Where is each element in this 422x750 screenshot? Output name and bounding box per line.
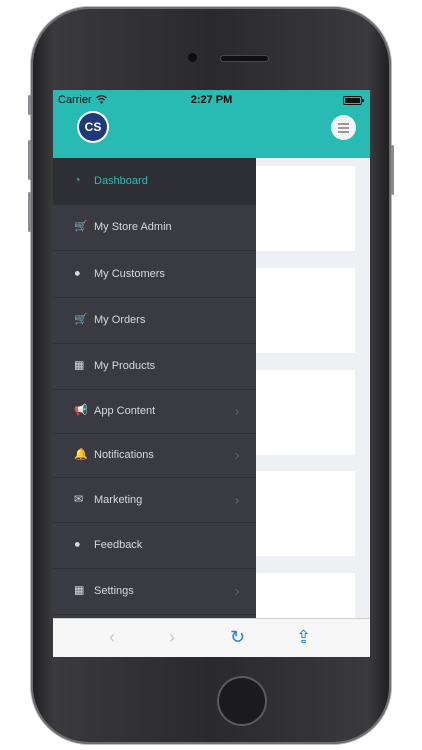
- bullhorn-icon: 📢: [74, 404, 88, 417]
- forward-arrow-icon[interactable]: ›: [169, 627, 175, 647]
- cart-icon: 🛒: [74, 220, 88, 233]
- drawer-item-label: My Customers: [94, 267, 165, 280]
- front-camera: [188, 53, 197, 62]
- drawer-item-label: My Store Admin: [94, 221, 172, 233]
- drawer-item-my-products[interactable]: ▦ My Products: [53, 343, 256, 390]
- drawer-item-feedback[interactable]: ● Feedback: [53, 522, 256, 569]
- volume-down-button: [28, 192, 31, 232]
- dashboard-card[interactable]: [245, 370, 355, 455]
- volume-up-button: [28, 140, 31, 180]
- menu-toggle-button[interactable]: [331, 115, 356, 140]
- home-button[interactable]: [219, 678, 265, 724]
- drawer-item-dashboard[interactable]: ◔ Dashboard: [53, 158, 256, 205]
- grid-icon: ▦: [74, 359, 85, 372]
- reload-icon[interactable]: ↻: [230, 627, 245, 647]
- app-logo[interactable]: CS: [79, 113, 107, 141]
- drawer-item-my-store-admin[interactable]: 🛒 My Store Admin: [53, 204, 256, 251]
- hamburger-line: [338, 127, 349, 129]
- side-drawer: ◔ Dashboard 🛒 My Store Admin ● My Custom…: [53, 158, 256, 618]
- earpiece-speaker: [221, 56, 268, 61]
- drawer-item-label: Notifications: [94, 449, 154, 461]
- drawer-item-app-content[interactable]: 📢 App Content ›: [53, 389, 256, 434]
- status-bar: Carrier 2:27 PM: [53, 90, 370, 110]
- drawer-item-my-customers[interactable]: ● My Customers: [53, 250, 256, 298]
- dashboard-card[interactable]: [245, 166, 355, 251]
- chevron-right-icon: ›: [235, 583, 240, 599]
- drawer-item-label: Feedback: [94, 539, 143, 551]
- drawer-item-settings[interactable]: ▦ Settings ›: [53, 568, 256, 615]
- chevron-right-icon: ›: [235, 403, 240, 419]
- chevron-right-icon: ›: [235, 492, 240, 507]
- drawer-item-label: App Content: [94, 405, 156, 417]
- hamburger-icon: [338, 123, 349, 125]
- back-arrow-icon[interactable]: ‹: [109, 627, 115, 647]
- app-header: CS: [53, 110, 370, 158]
- envelope-icon: ✉: [74, 493, 84, 505]
- chevron-right-icon: ›: [235, 447, 240, 463]
- user-icon: ●: [74, 267, 81, 279]
- app-screen: Carrier 2:27 PM CS ◔ Dashboard 🛒 My Stor…: [53, 90, 370, 657]
- dashboard-card[interactable]: [245, 573, 355, 618]
- dashboard-icon: ◔: [74, 174, 81, 187]
- drawer-item-label: My Orders: [94, 314, 146, 326]
- user-icon: ●: [74, 538, 81, 551]
- power-button: [391, 145, 394, 195]
- dashboard-card[interactable]: [245, 268, 355, 353]
- drawer-item-my-orders[interactable]: 🛒 My Orders: [53, 297, 256, 344]
- drawer-item-label: My Products: [94, 360, 156, 372]
- mute-switch: [28, 95, 31, 115]
- drawer-item-notifications[interactable]: 🔔 Notifications ›: [53, 433, 256, 478]
- dashboard-card[interactable]: [245, 471, 355, 556]
- grid-icon: ▦: [74, 584, 85, 597]
- drawer-item-label: Dashboard: [94, 175, 148, 187]
- drawer-item-label: Settings: [94, 585, 134, 597]
- share-icon[interactable]: ⇪: [296, 627, 311, 647]
- browser-toolbar: ‹ › ↻ ⇪: [53, 618, 370, 657]
- drawer-item-marketing[interactable]: ✉ Marketing ›: [53, 477, 256, 523]
- battery-icon: [343, 96, 364, 105]
- hamburger-line: [338, 131, 349, 133]
- drawer-item-label: Marketing: [94, 493, 143, 506]
- cart-icon: 🛒: [74, 313, 88, 326]
- status-time: 2:27 PM: [190, 94, 233, 106]
- bell-icon: 🔔: [74, 448, 88, 461]
